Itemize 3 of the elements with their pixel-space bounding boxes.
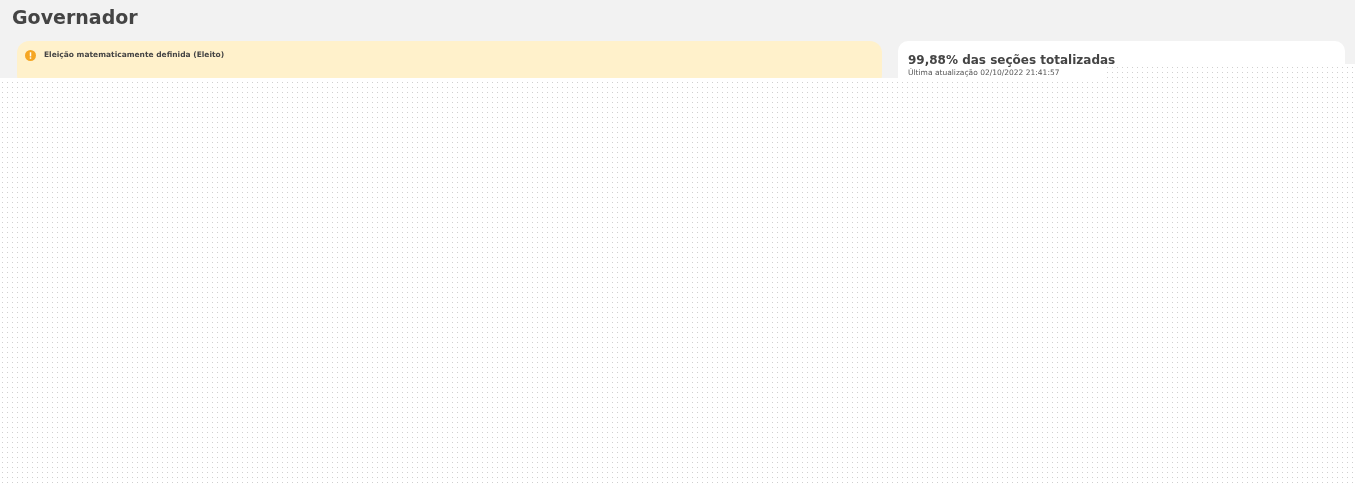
info-icon	[25, 50, 36, 61]
sections-headline: 99,88% das seções totalizadas	[908, 52, 1117, 68]
page-title: Governador	[12, 5, 139, 30]
